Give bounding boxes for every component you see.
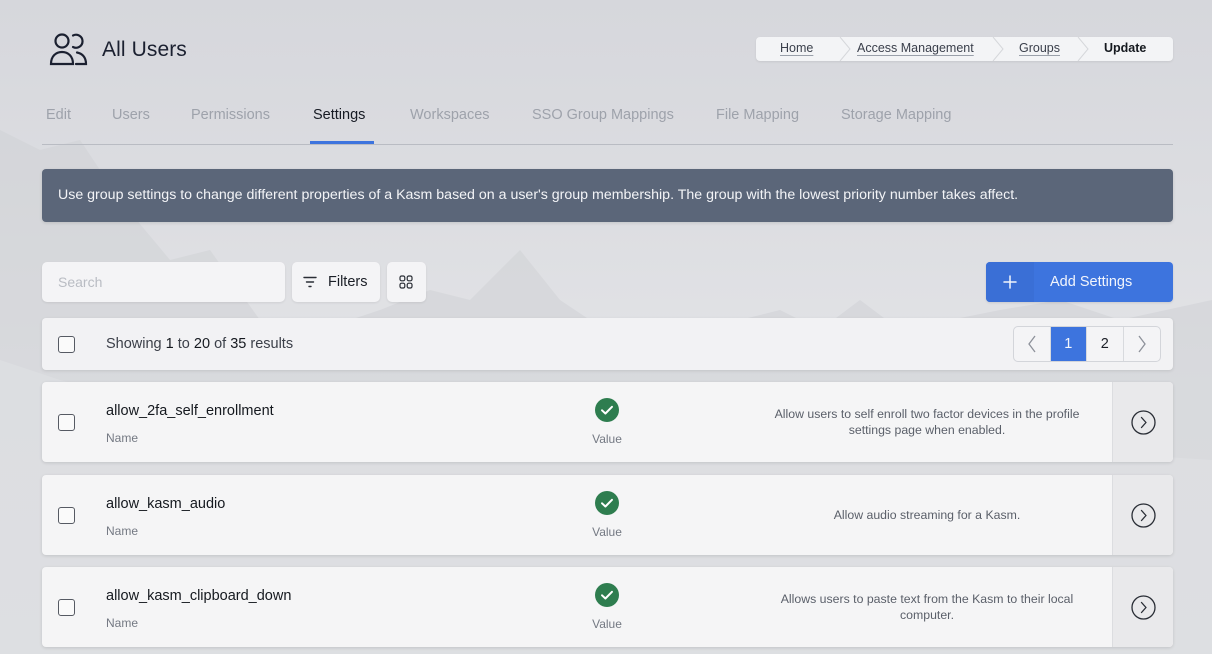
chevron-right-circle-icon [1131,410,1156,435]
filter-icon [303,276,317,288]
prev-page-button[interactable] [1014,327,1051,361]
chevron-left-icon [1027,335,1036,353]
row-checkbox[interactable] [58,507,75,524]
setting-description: Allow users to self enroll two factor de… [774,407,1080,437]
breadcrumb-access-management[interactable]: Access Management [857,41,974,55]
filters-button[interactable]: Filters [292,262,380,302]
tab-bar: Edit Users Permissions Settings Workspac… [42,100,1173,145]
results-summary: Showing 1 to 20 of 35 results [106,336,294,352]
check-circle-icon [595,398,619,422]
setting-description: Allows users to paste text from the Kasm… [780,592,1074,622]
select-all-checkbox[interactable] [58,336,75,353]
tab-users[interactable]: Users [112,107,150,123]
breadcrumb-separator-icon [992,37,1004,61]
name-label: Name [106,431,139,445]
value-label: Value [592,525,622,539]
tab-storage-mapping[interactable]: Storage Mapping [841,107,951,123]
name-label: Name [106,616,139,630]
row-open-button[interactable] [1112,382,1173,462]
add-settings-plus-segment [986,262,1034,302]
value-label: Value [592,617,622,631]
tab-sso-group-mappings[interactable]: SSO Group Mappings [532,107,674,123]
row-checkbox[interactable] [58,599,75,616]
page-header: All Users [48,32,187,68]
page-2-button[interactable]: 2 [1087,327,1124,361]
search-input[interactable] [42,262,285,302]
row-checkbox[interactable] [58,414,75,431]
tab-settings[interactable]: Settings [313,107,365,123]
chevron-right-circle-icon [1131,595,1156,620]
setting-name: allow_kasm_clipboard_down [106,588,292,604]
setting-name: allow_kasm_audio [106,496,226,512]
tab-file-mapping[interactable]: File Mapping [716,107,799,123]
setting-description: Allow audio streaming for a Kasm. [833,508,1021,522]
info-banner: Use group settings to change different p… [42,169,1173,222]
plus-icon [1003,275,1017,289]
breadcrumb: Home Access Management Groups Update [756,37,1173,61]
chevron-right-circle-icon [1131,503,1156,528]
results-bar: Showing 1 to 20 of 35 results 1 2 [42,318,1173,370]
name-label: Name [106,524,139,538]
page-title: All Users [102,38,187,61]
page-1-button[interactable]: 1 [1050,327,1087,361]
check-circle-icon [595,583,619,607]
tab-workspaces[interactable]: Workspaces [410,107,490,123]
breadcrumb-separator-icon [1077,37,1089,61]
tab-permissions[interactable]: Permissions [191,107,270,123]
check-circle-icon [595,491,619,515]
chevron-right-icon [1138,335,1146,353]
value-label: Value [592,432,622,446]
grid-view-button[interactable] [387,262,426,302]
filters-label: Filters [328,274,368,290]
row-open-button[interactable] [1112,475,1173,555]
setting-name: allow_2fa_self_enrollment [106,403,274,419]
next-page-button[interactable] [1124,327,1160,361]
add-settings-button[interactable]: Add Settings [986,262,1173,302]
breadcrumb-groups[interactable]: Groups [1019,41,1060,55]
tab-edit[interactable]: Edit [46,107,71,123]
active-tab-indicator [310,141,374,144]
add-settings-label: Add Settings [1050,274,1133,290]
grid-view-icon [399,275,413,289]
breadcrumb-update: Update [1104,41,1147,55]
row-open-button[interactable] [1112,567,1173,647]
table-row: allow_kasm_clipboard_down Name Value All… [42,567,1173,647]
table-row: allow_2fa_self_enrollment Name Value All… [42,382,1173,462]
breadcrumb-separator-icon [839,37,851,61]
users-icon [49,33,88,66]
breadcrumb-home[interactable]: Home [780,41,813,55]
table-row: allow_kasm_audio Name Value Allow audio … [42,475,1173,555]
pagination: 1 2 [1013,326,1161,362]
